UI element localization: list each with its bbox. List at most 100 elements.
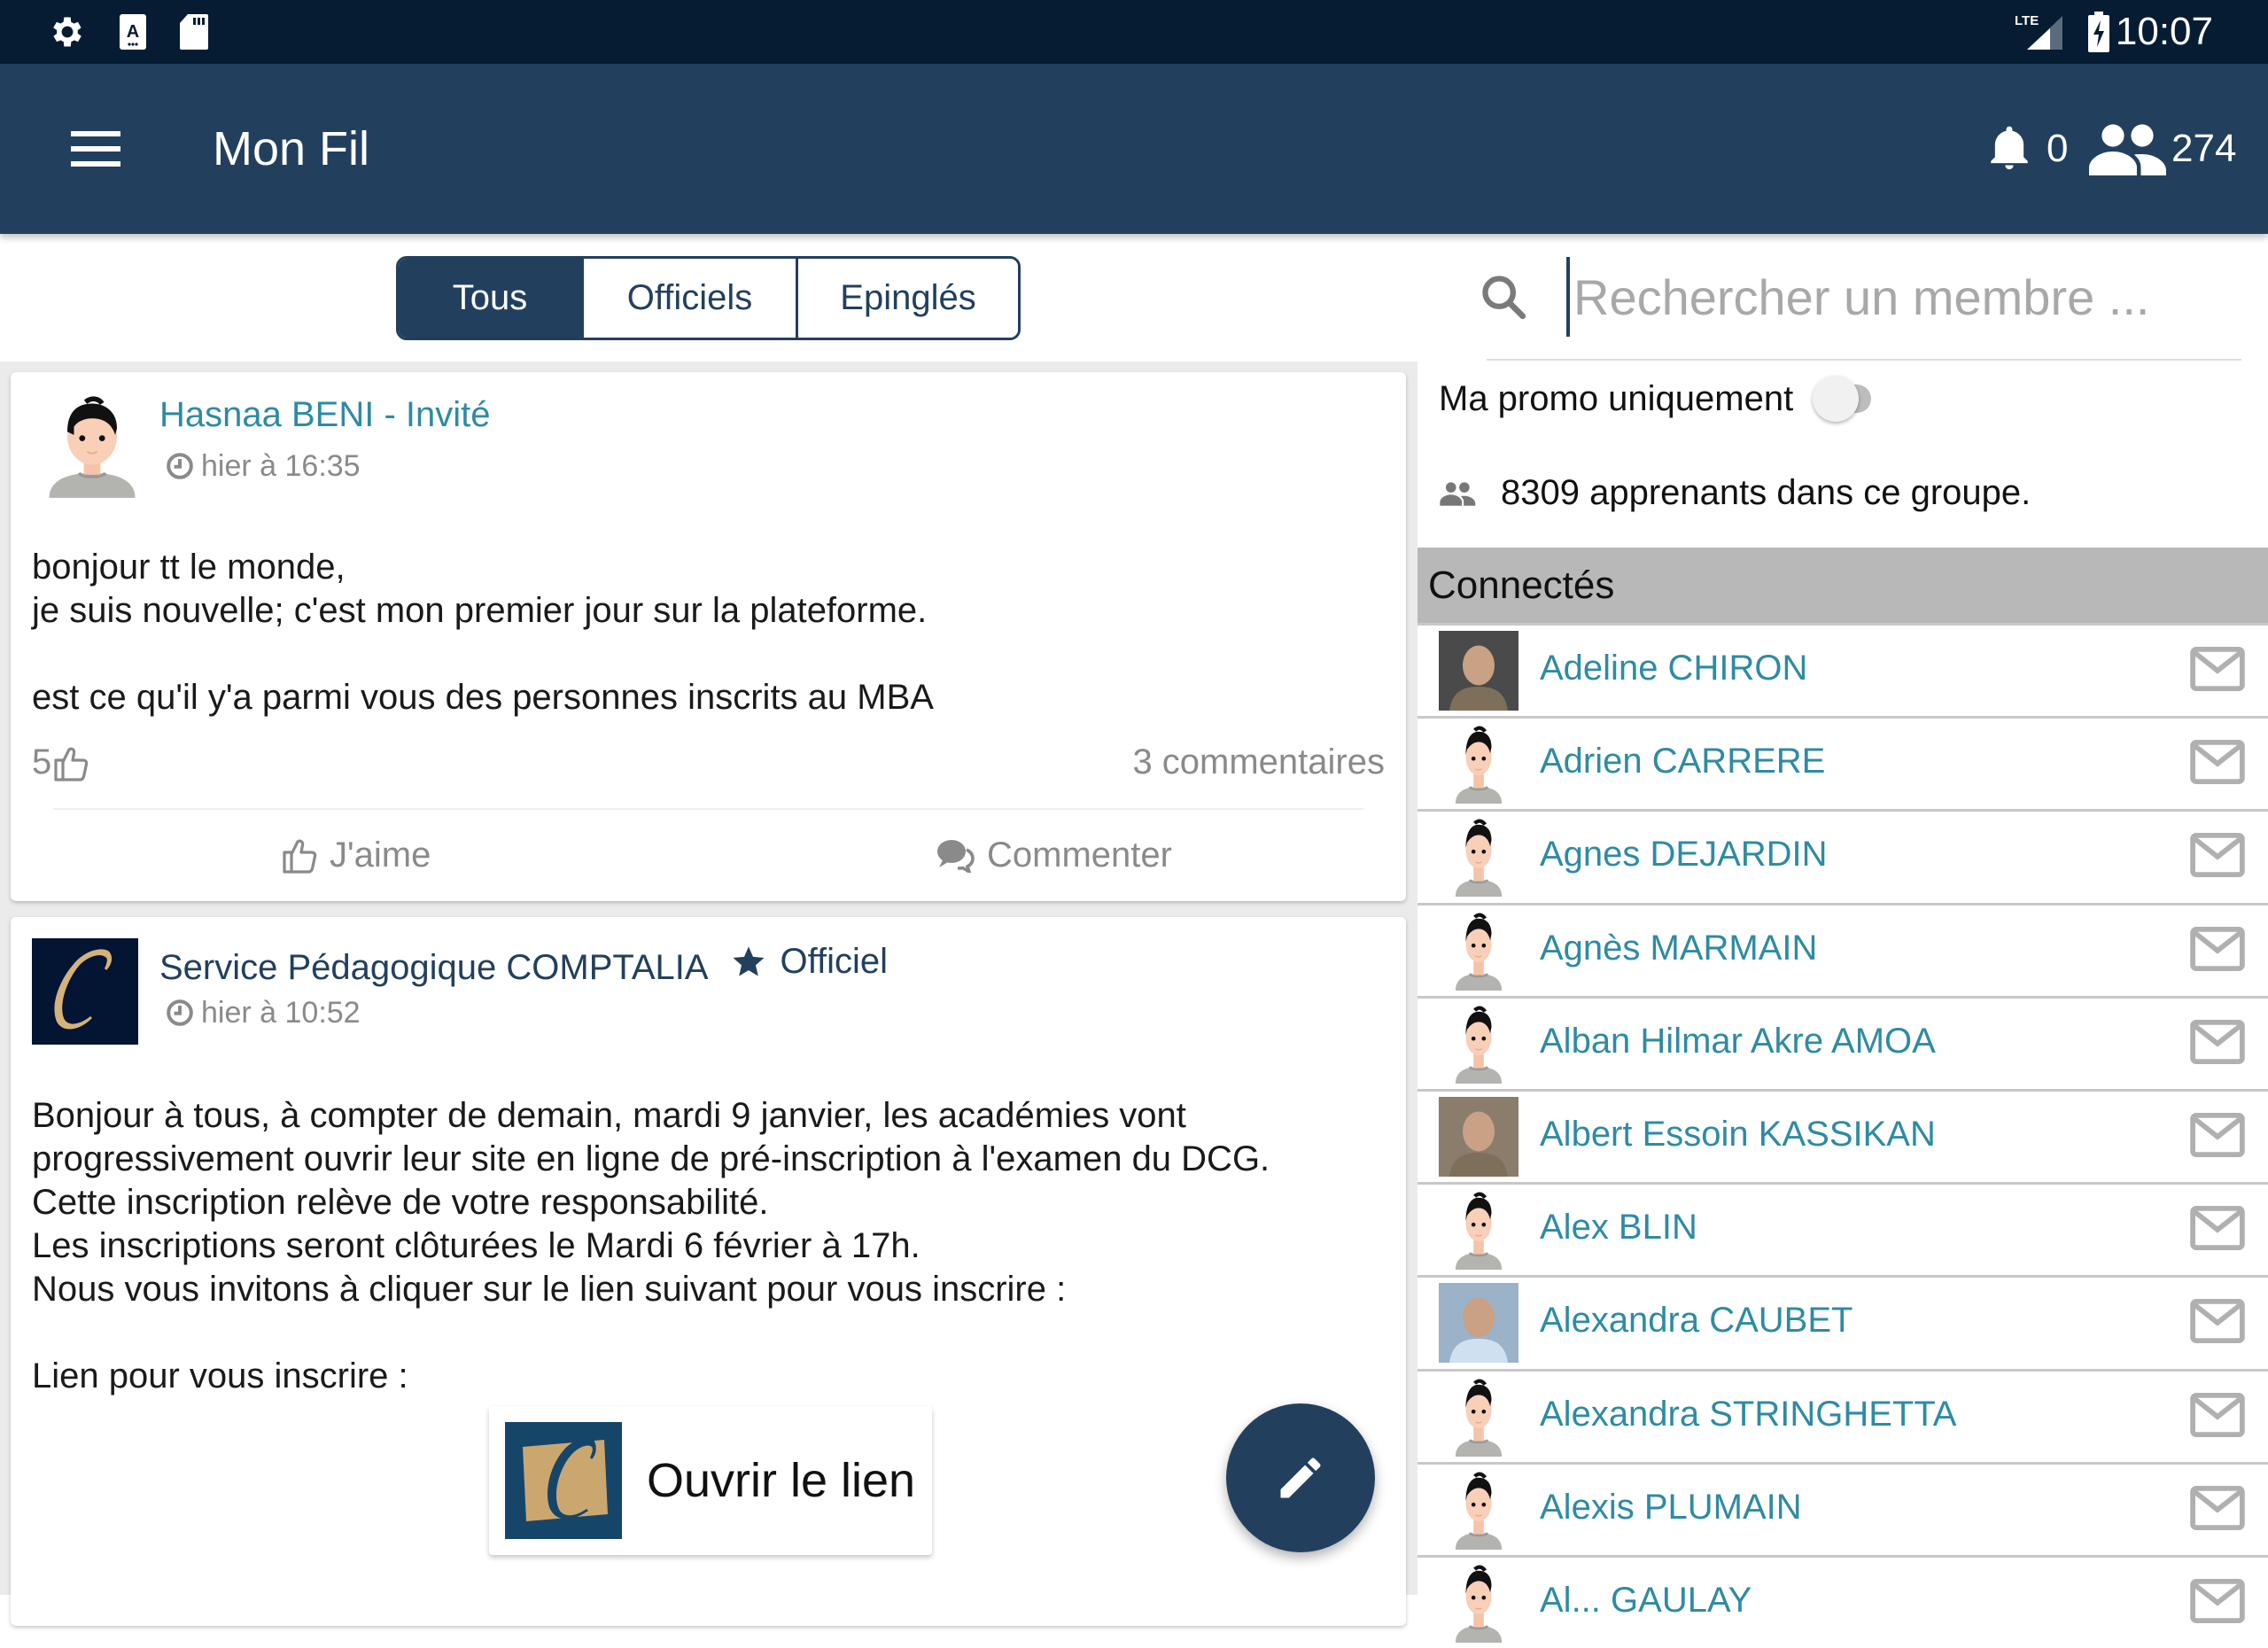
member-name[interactable]: Agnès MARMAIN bbox=[1540, 925, 1817, 971]
comment-button[interactable]: Commenter bbox=[936, 824, 1172, 886]
member-photo-avatar bbox=[1439, 1283, 1518, 1364]
promo-filter-toggle[interactable] bbox=[1813, 376, 1871, 422]
avatar[interactable] bbox=[43, 395, 142, 498]
tabs-bar: Tous Officiels Epinglés bbox=[0, 234, 1418, 361]
member-row[interactable]: Adeline CHIRON bbox=[1418, 623, 2268, 716]
post-timestamp: hier à 16:35 bbox=[166, 447, 361, 486]
font-a-icon: A bbox=[119, 12, 147, 51]
member-photo-avatar bbox=[1439, 1096, 1518, 1177]
open-link-label: Ouvrir le lien bbox=[647, 1454, 916, 1507]
notifications-button[interactable]: 0 bbox=[1984, 120, 2068, 177]
default-avatar-icon bbox=[1439, 911, 1518, 991]
envelope-icon[interactable] bbox=[2190, 647, 2245, 696]
post-author[interactable]: Hasnaa BENI - Invité bbox=[159, 392, 491, 438]
envelope-icon[interactable] bbox=[2190, 1578, 2245, 1628]
clock-icon bbox=[167, 453, 193, 479]
feed: Tous Officiels Epinglés Hasnaa BENI - In… bbox=[0, 234, 1418, 1626]
clock: 10:07 bbox=[2115, 10, 2213, 53]
search-underline bbox=[1487, 359, 2241, 361]
group-count-text: 8309 apprenants dans ce groupe. bbox=[1501, 473, 2031, 512]
member-row[interactable]: Adrien CARRERE bbox=[1418, 716, 2268, 809]
envelope-icon[interactable] bbox=[2190, 926, 2245, 976]
member-name[interactable]: Agnes DEJARDIN bbox=[1540, 831, 1828, 877]
hamburger-icon-line bbox=[71, 161, 120, 167]
post-time: hier à 16:35 bbox=[201, 449, 361, 483]
member-name[interactable]: Alex BLIN bbox=[1540, 1204, 1697, 1250]
envelope-icon[interactable] bbox=[2190, 1299, 2245, 1348]
new-post-button[interactable] bbox=[1226, 1403, 1375, 1552]
thumbs-up-icon bbox=[283, 839, 317, 874]
post-card: Hasnaa BENI - Invité hier à 16:35 bonjou… bbox=[11, 372, 1406, 901]
star-icon bbox=[733, 946, 764, 976]
tab-epingles[interactable]: Epinglés bbox=[796, 259, 1018, 338]
post-card: Service Pédagogique COMPTALIA Officiel h… bbox=[11, 917, 1406, 1626]
envelope-icon[interactable] bbox=[2190, 740, 2245, 789]
promo-filter-label: Ma promo uniquement bbox=[1439, 379, 1794, 418]
hamburger-icon-line bbox=[71, 146, 120, 152]
like-button[interactable]: J'aime bbox=[282, 824, 431, 886]
clock-icon bbox=[167, 999, 193, 1026]
default-avatar-icon bbox=[1439, 724, 1518, 805]
envelope-icon[interactable] bbox=[2190, 1485, 2245, 1535]
comptalia-logo[interactable] bbox=[32, 938, 138, 1045]
network-label: LTE bbox=[2015, 13, 2039, 28]
default-avatar-icon bbox=[1439, 1563, 1518, 1643]
members-count: 274 bbox=[2171, 127, 2237, 170]
post-time: hier à 10:52 bbox=[201, 996, 361, 1030]
post-timestamp: hier à 10:52 bbox=[166, 993, 361, 1032]
member-row[interactable]: Agnes DEJARDIN bbox=[1418, 809, 2268, 902]
tab-tous[interactable]: Tous bbox=[399, 259, 581, 338]
like-label: J'aime bbox=[330, 835, 431, 875]
envelope-icon[interactable] bbox=[2190, 833, 2245, 882]
members-panel: Ma promo uniquement 8309 apprenants dans… bbox=[1418, 234, 2268, 1643]
tab-officiels[interactable]: Officiels bbox=[581, 259, 796, 338]
official-badge: Officiel bbox=[731, 938, 888, 984]
members-button[interactable]: 274 bbox=[2086, 120, 2236, 177]
envelope-icon[interactable] bbox=[2190, 1019, 2245, 1069]
sd-card-icon bbox=[179, 12, 209, 51]
member-row[interactable]: Albert Essoin KASSIKAN bbox=[1418, 1088, 2268, 1182]
member-name[interactable]: Alexis PLUMAIN bbox=[1540, 1484, 1802, 1530]
member-name[interactable]: Alban Hilmar Akre AMOA bbox=[1540, 1018, 1936, 1064]
member-row[interactable]: Alexandra STRINGHETTA bbox=[1418, 1368, 2268, 1462]
comptalia-logo bbox=[505, 1422, 622, 1539]
divider bbox=[53, 808, 1363, 810]
comments-count-link[interactable]: 3 commentaires bbox=[1132, 742, 1385, 782]
member-name[interactable]: Alexandra STRINGHETTA bbox=[1540, 1391, 1957, 1437]
member-row[interactable]: Alexandra CAUBET bbox=[1418, 1275, 2268, 1368]
group-icon bbox=[2089, 124, 2166, 175]
envelope-icon[interactable] bbox=[2190, 1206, 2245, 1255]
member-name[interactable]: Adrien CARRERE bbox=[1540, 738, 1825, 784]
default-avatar-icon bbox=[1439, 817, 1518, 898]
battery-charging-icon bbox=[2087, 12, 2110, 52]
default-avatar-icon bbox=[49, 396, 136, 498]
member-row[interactable]: Agnès MARMAIN bbox=[1418, 902, 2268, 996]
default-avatar-icon bbox=[1439, 1004, 1518, 1084]
member-name[interactable]: Albert Essoin KASSIKAN bbox=[1540, 1111, 1936, 1157]
member-name[interactable]: Adeline CHIRON bbox=[1540, 645, 1807, 691]
group-count: 8309 apprenants dans ce groupe. bbox=[1439, 473, 2031, 513]
member-row[interactable]: Al... GAULAY bbox=[1418, 1554, 2268, 1648]
member-photo-avatar bbox=[1439, 631, 1518, 711]
connected-section-header: Connectés bbox=[1418, 548, 2268, 623]
member-name[interactable]: Al... GAULAY bbox=[1540, 1577, 1751, 1623]
notifications-count: 0 bbox=[2047, 127, 2069, 170]
svg-text:A: A bbox=[127, 22, 139, 42]
member-name[interactable]: Alexandra CAUBET bbox=[1540, 1297, 1852, 1343]
member-search-input[interactable] bbox=[1566, 257, 2222, 337]
thumbs-up-icon bbox=[54, 747, 89, 781]
members-list: Adeline CHIRON Adrien CARRERE Agnes DEJARD… bbox=[1418, 623, 2268, 1648]
page-title: Mon Fil bbox=[213, 122, 370, 175]
comptalia-c-icon bbox=[523, 1438, 608, 1521]
post-body: bonjour tt le monde, je suis nouvelle; c… bbox=[32, 548, 934, 717]
menu-button[interactable] bbox=[64, 126, 120, 172]
post-stats: 5 3 commentaires bbox=[32, 742, 1385, 792]
envelope-icon[interactable] bbox=[2190, 1112, 2245, 1162]
post-author[interactable]: Service Pédagogique COMPTALIA Officiel bbox=[159, 938, 888, 991]
member-row[interactable]: Alban Hilmar Akre AMOA bbox=[1418, 995, 2268, 1089]
member-row[interactable]: Alexis PLUMAIN bbox=[1418, 1461, 2268, 1555]
envelope-icon[interactable] bbox=[2190, 1392, 2245, 1442]
toggle-thumb bbox=[1813, 376, 1859, 422]
open-link-button[interactable]: Ouvrir le lien bbox=[489, 1406, 932, 1555]
member-row[interactable]: Alex BLIN bbox=[1418, 1182, 2268, 1275]
